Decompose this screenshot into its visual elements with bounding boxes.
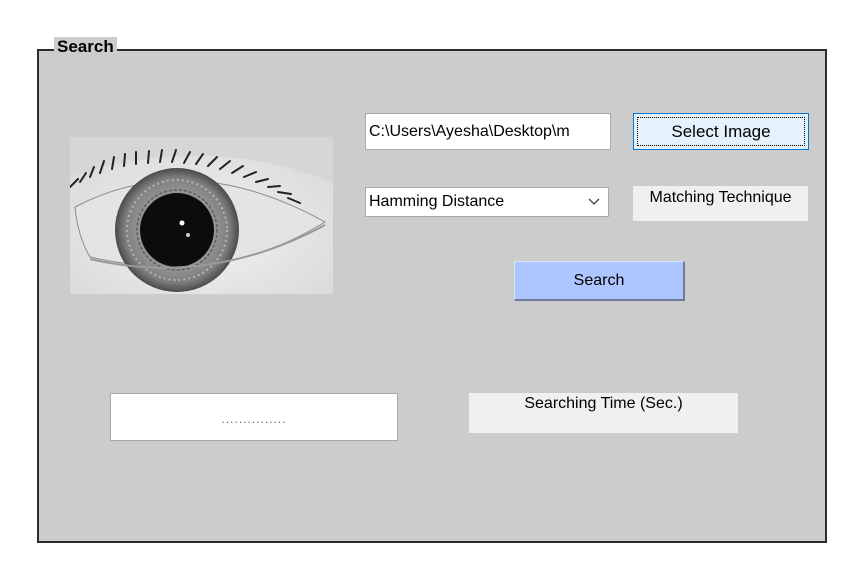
eye-image [70, 137, 333, 294]
chevron-down-icon [588, 198, 600, 205]
search-button[interactable]: Search [514, 261, 685, 301]
select-image-button[interactable]: Select Image [633, 113, 809, 150]
searching-time-label: Searching Time (Sec.) [469, 393, 738, 433]
eye-icon [70, 137, 333, 294]
dropdown-selected-value: Hamming Distance [369, 193, 505, 210]
image-path-field[interactable]: C:\Users\Ayesha\Desktop\m [365, 113, 611, 150]
matching-technique-label: Matching Technique [633, 186, 808, 221]
matching-technique-dropdown[interactable]: Hamming Distance [365, 187, 609, 217]
groupbox-title: Search [54, 37, 117, 57]
search-window: Search C:\Users\Ayesha\Desktop\m Select … [0, 0, 867, 583]
result-field: ............... [110, 393, 398, 441]
